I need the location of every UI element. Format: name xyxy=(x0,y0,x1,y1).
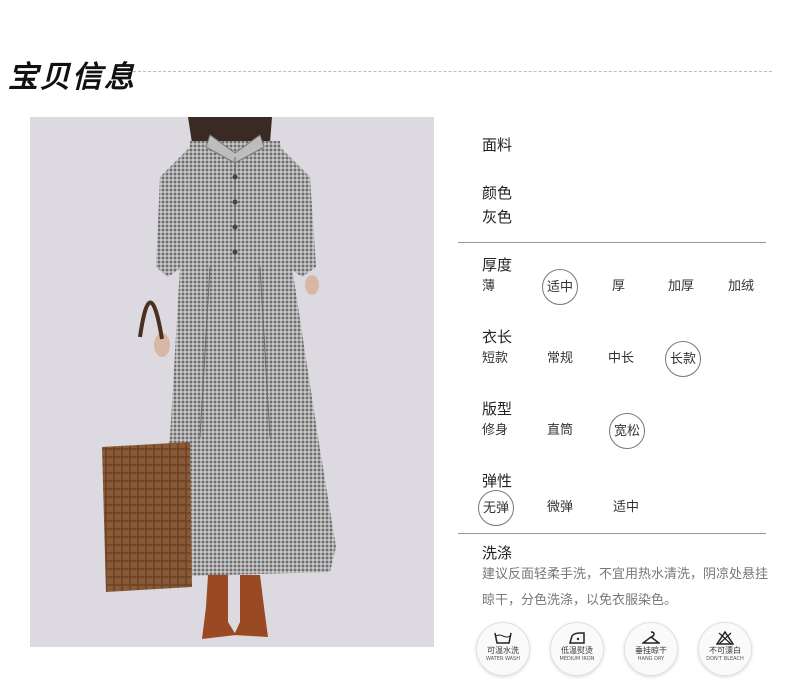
elasticity-label: 弹性 xyxy=(482,472,513,490)
iron-icon xyxy=(569,632,585,644)
care-badge-hang-dry: 垂挂晾干 HANG DRY xyxy=(624,622,678,676)
color-label: 颜色 xyxy=(482,184,513,202)
care-label: 洗涤 xyxy=(482,544,513,562)
care-badge-no-bleach: 不可漂白 DON'T BLEACH xyxy=(698,622,752,676)
care-badge-water-wash: 可温水洗 WATER WASH xyxy=(476,622,530,676)
length-option-regular: 常规 xyxy=(547,351,574,366)
hanger-icon xyxy=(642,631,660,644)
length-option-short: 短款 xyxy=(482,351,509,366)
elasticity-option-moderate: 适中 xyxy=(613,500,640,515)
care-badge-cn: 可温水洗 xyxy=(487,646,519,655)
care-badge-cn: 垂挂晾干 xyxy=(635,646,667,655)
care-badge-iron: 低温熨烫 MEDIUM IRON xyxy=(550,622,604,676)
care-badge-en: DON'T BLEACH xyxy=(706,656,744,662)
care-badge-cn: 低温熨烫 xyxy=(561,646,593,655)
length-option-mid: 中长 xyxy=(608,351,635,366)
care-instructions: 建议反面轻柔手洗，不宜用热水清洗，阴凉处悬挂晾干，分色洗涤，以免衣服染色。 xyxy=(482,567,769,608)
length-option-long-selected: 长款 xyxy=(665,341,701,377)
title-divider xyxy=(128,71,772,72)
elasticity-option-slight: 微弹 xyxy=(547,500,574,515)
care-badge-en: WATER WASH xyxy=(485,656,520,662)
fit-option-straight: 直筒 xyxy=(547,423,574,438)
fit-option-loose-selected: 宽松 xyxy=(609,413,645,449)
thickness-option-extra-thick: 加厚 xyxy=(668,279,695,294)
divider-top xyxy=(458,242,766,243)
no-bleach-icon xyxy=(716,631,734,645)
section-title: 宝贝信息 xyxy=(8,60,136,95)
product-photo xyxy=(30,117,434,647)
color-value: 灰色 xyxy=(482,208,513,226)
thickness-option-thin: 薄 xyxy=(482,279,496,294)
divider-bottom xyxy=(458,533,766,534)
thickness-option-thick: 厚 xyxy=(612,279,626,294)
fit-option-slim: 修身 xyxy=(482,423,509,438)
thickness-option-medium-selected: 适中 xyxy=(542,269,578,305)
fabric-label: 面料 xyxy=(482,136,513,154)
elasticity-option-none-selected: 无弹 xyxy=(478,490,514,526)
care-badge-en: MEDIUM IRON xyxy=(559,656,595,662)
care-badge-en: HANG DRY xyxy=(637,656,665,662)
thickness-option-fleece: 加绒 xyxy=(728,279,755,294)
care-badge-cn: 不可漂白 xyxy=(709,646,741,655)
wash-tub-icon xyxy=(494,632,512,644)
